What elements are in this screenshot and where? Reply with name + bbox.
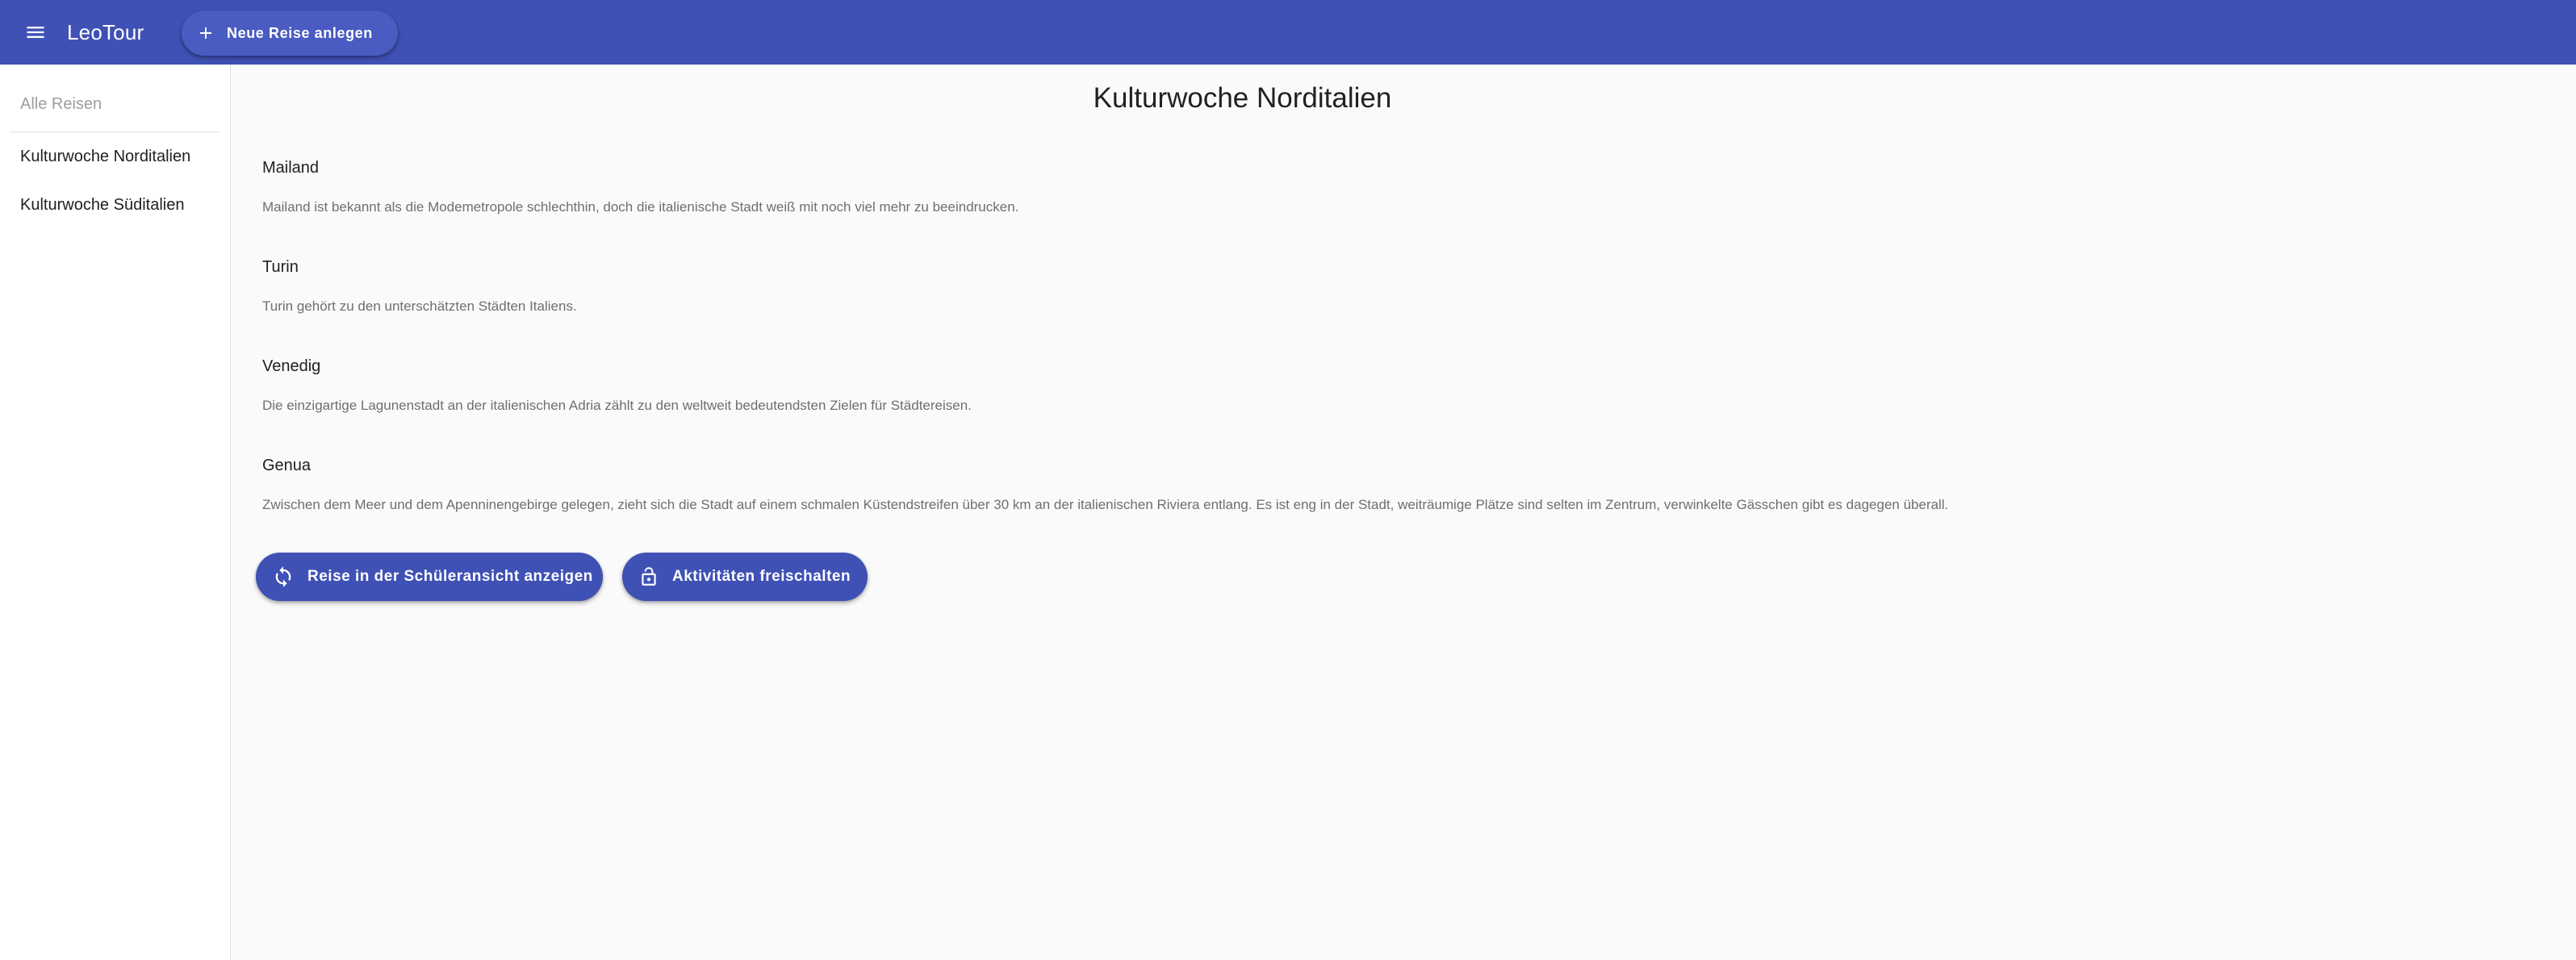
unlock-activities-button[interactable]: Aktivitäten freischalten bbox=[622, 553, 868, 601]
top-app-bar: LeoTour Neue Reise anlegen bbox=[0, 0, 2576, 65]
new-trip-button[interactable]: Neue Reise anlegen bbox=[182, 10, 398, 56]
city-description: Turin gehört zu den unterschätzten Städt… bbox=[262, 298, 577, 314]
student-view-button[interactable]: Reise in der Schüleransicht anzeigen bbox=[256, 553, 603, 601]
sidebar-divider bbox=[10, 131, 220, 132]
page-title: Kulturwoche Norditalien bbox=[1093, 82, 1392, 114]
city-section-genua: Genua Zwischen dem Meer und dem Apennine… bbox=[262, 454, 1948, 515]
city-name: Genua bbox=[262, 457, 312, 474]
student-view-button-label: Reise in der Schüleransicht anzeigen bbox=[307, 568, 593, 585]
sidebar-header: Alle Reisen bbox=[20, 95, 102, 113]
city-description: Zwischen dem Meer und dem Apenninengebir… bbox=[262, 497, 1949, 512]
sidebar-item-label: Kulturwoche Süditalien bbox=[20, 195, 185, 214]
lock-open-icon bbox=[638, 566, 659, 587]
add-icon bbox=[196, 23, 215, 43]
app-title: LeoTour bbox=[67, 20, 144, 44]
city-description: Die einzigartige Lagunenstadt an der ita… bbox=[262, 398, 972, 413]
new-trip-button-label: Neue Reise anlegen bbox=[227, 24, 373, 41]
city-description: Mailand ist bekannt als die Modemetropol… bbox=[262, 199, 1019, 215]
sidebar: Alle Reisen Kulturwoche Norditalien Kult… bbox=[0, 65, 231, 960]
city-name: Turin bbox=[262, 258, 299, 276]
main-content: Kulturwoche Norditalien Mailand Mailand … bbox=[232, 65, 2576, 960]
sidebar-item-kulturwoche-norditalien[interactable]: Kulturwoche Norditalien bbox=[0, 134, 230, 179]
sync-icon bbox=[272, 566, 295, 588]
city-section-turin: Turin Turin gehört zu den unterschätzten… bbox=[262, 256, 577, 316]
menu-icon[interactable] bbox=[21, 18, 50, 47]
city-name: Venedig bbox=[262, 357, 321, 375]
sidebar-item-kulturwoche-sueditalien[interactable]: Kulturwoche Süditalien bbox=[0, 182, 230, 227]
city-section-mailand: Mailand Mailand ist bekannt als die Mode… bbox=[262, 157, 1018, 217]
city-section-venedig: Venedig Die einzigartige Lagunenstadt an… bbox=[262, 355, 972, 415]
unlock-activities-button-label: Aktivitäten freischalten bbox=[672, 568, 851, 585]
sidebar-item-label: Kulturwoche Norditalien bbox=[20, 147, 191, 165]
city-name: Mailand bbox=[262, 159, 320, 177]
